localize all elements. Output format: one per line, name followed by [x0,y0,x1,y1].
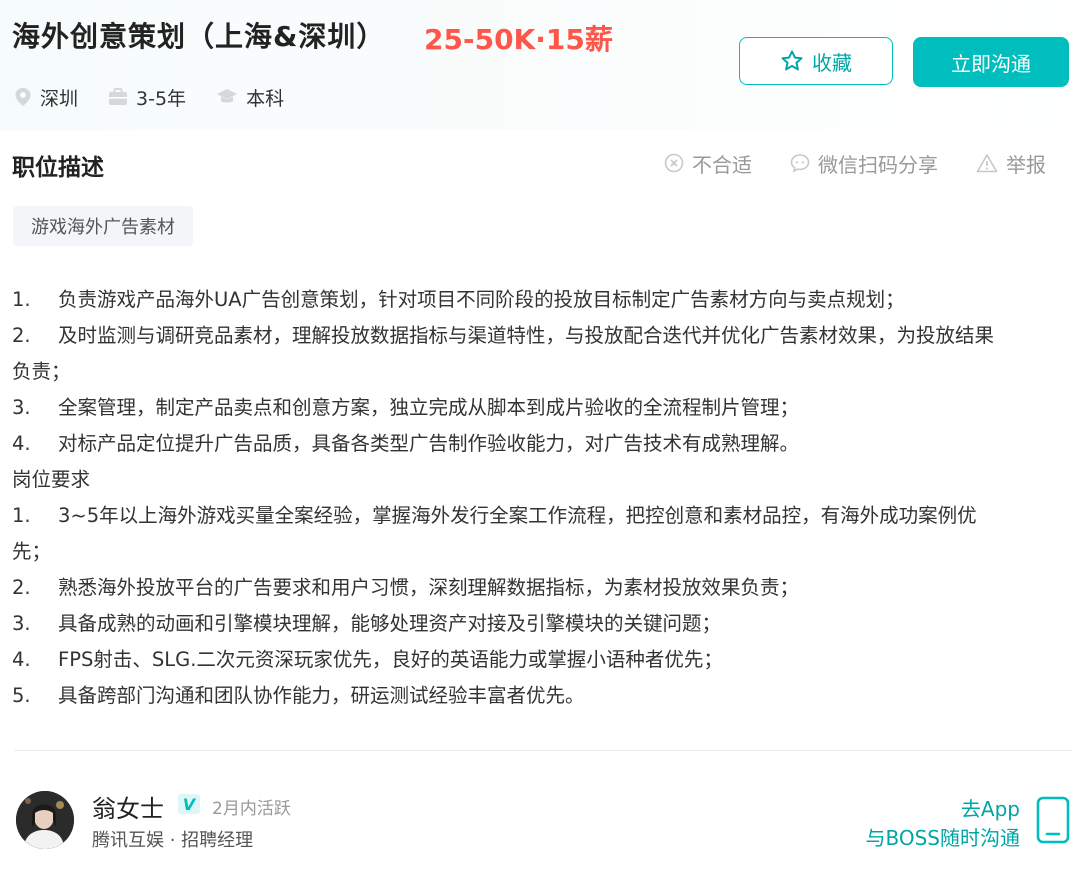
section-title: 职位描述 [12,155,104,181]
description-line: 1. 负责游戏产品海外UA广告创意策划，针对项目不同阶段的投放目标制定广告素材方向… [12,282,1076,318]
line-number: 2. [12,324,31,347]
wechat-share-action[interactable]: 微信扫码分享 [790,149,938,178]
star-icon [781,50,803,71]
description-line: 先； [12,534,1076,570]
report-action[interactable]: 举报 [976,149,1046,178]
job-title: 海外创意策划（上海&深圳） [12,20,386,53]
line-text: FPS射击、SLG.二次元资深玩家优先，良好的英语能力或掌握小语种者优先； [58,648,723,671]
line-text: 先； [12,540,52,563]
line-number: 4. [12,432,31,455]
section-divider [14,750,1072,751]
description-line: 4. 对标产品定位提升广告品质，具备各类型广告制作验收能力，对广告技术有成熟理解。 [12,426,1076,462]
boss-chat-link[interactable]: 与BOSS随时沟通 [865,822,1020,851]
description-line: 负责； [12,354,1076,390]
location-pin-icon [15,88,31,106]
not-fit-action[interactable]: 不合适 [664,149,752,178]
recruiter-active-status: 2月内活跃 [212,799,291,819]
line-number: 3. [12,396,31,419]
line-text: 3~5年以上海外游戏买量全案经验，掌握海外发行全案工作流程，把控创意和素材品控，… [58,504,977,527]
line-text: 具备跨部门沟通和团队协作能力，研运测试经验丰富者优先。 [58,684,585,707]
graduation-cap-icon [217,89,238,103]
meta-education: 本科 [216,84,284,111]
recruiter-avatar[interactable] [16,791,74,849]
line-number: 1. [12,288,31,311]
report-label: 举报 [1006,152,1046,177]
salary: 25-50K·15薪 [424,23,613,56]
share-label: 微信扫码分享 [818,152,938,177]
job-actions: 不合适 微信扫码分享 举报 [664,148,1046,178]
line-text: 负责游戏产品海外UA广告创意策划，针对项目不同阶段的投放目标制定广告素材方向与卖… [58,288,905,311]
description-line: 3. 具备成熟的动画和引擎模块理解，能够处理资产对接及引擎模块的关键问题； [12,606,1076,642]
meta-education-label: 本科 [246,87,285,110]
line-number: 1. [12,504,31,527]
line-text: 负责； [12,360,71,383]
avatar-photo [16,791,74,849]
close-circle-icon [664,153,684,173]
description-line: 2. 及时监测与调研竞品素材，理解投放数据指标与渠道特性，与投放配合迭代并优化广告… [12,318,1076,354]
meta-experience: 3-5年 [108,84,186,111]
description-line: 1. 3~5年以上海外游戏买量全案经验，掌握海外发行全案工作流程，把控创意和素材品… [12,498,1076,534]
verified-badge: V [178,794,200,814]
chat-bubble-icon [790,154,810,173]
line-text: 熟悉海外投放平台的广告要求和用户习惯，深刻理解数据指标，为素材投放效果负责； [58,576,800,599]
description-line: 3. 全案管理，制定产品卖点和创意方案，独立完成从脚本到成片验收的全流程制片管理； [12,390,1076,426]
favorite-button-label: 收藏 [812,50,852,75]
line-number: 2. [12,576,31,599]
meta-location-label: 深圳 [40,87,79,110]
line-number: 3. [12,612,31,635]
description-line: 2. 熟悉海外投放平台的广告要求和用户习惯，深刻理解数据指标，为素材投放效果负责； [12,570,1076,606]
phone-icon[interactable] [1036,796,1070,844]
line-text: 岗位要求 [12,468,91,491]
chat-now-button-label: 立即沟通 [951,51,1031,76]
line-text: 全案管理，制定产品卖点和创意方案，独立完成从脚本到成片验收的全流程制片管理； [58,396,800,419]
chat-now-button[interactable]: 立即沟通 [913,37,1069,87]
line-text: 及时监测与调研竞品素材，理解投放数据指标与渠道特性，与投放配合迭代并优化广告素材… [58,324,995,347]
meta-location: 深圳 [14,84,78,111]
line-number: 5. [12,684,31,707]
warning-icon [976,154,998,173]
line-text: 具备成熟的动画和引擎模块理解，能够处理资产对接及引擎模块的关键问题； [58,612,722,635]
line-text: 对标产品定位提升广告品质，具备各类型广告制作验收能力，对广告技术有成熟理解。 [58,432,800,455]
meta-experience-label: 3-5年 [136,87,187,110]
job-meta-row: 深圳 3-5年 本科 [14,82,314,112]
recruiter-company-role: 腾讯互娱 · 招聘经理 [92,830,254,851]
recruiter-name: 翁女士 [92,795,164,823]
favorite-button[interactable]: 收藏 [739,37,893,85]
line-number: 4. [12,648,31,671]
job-description: 1. 负责游戏产品海外UA广告创意策划，针对项目不同阶段的投放目标制定广告素材方向… [12,282,1076,714]
go-app-link[interactable]: 去App [961,793,1020,822]
skill-tag: 游戏海外广告素材 [13,206,193,246]
description-line: 4. FPS射击、SLG.二次元资深玩家优先，良好的英语能力或掌握小语种者优先； [12,642,1076,678]
description-line: 5. 具备跨部门沟通和团队协作能力，研运测试经验丰富者优先。 [12,678,1076,714]
not-fit-label: 不合适 [692,152,752,177]
briefcase-icon [109,88,128,105]
requirements-heading: 岗位要求 [12,462,1076,498]
